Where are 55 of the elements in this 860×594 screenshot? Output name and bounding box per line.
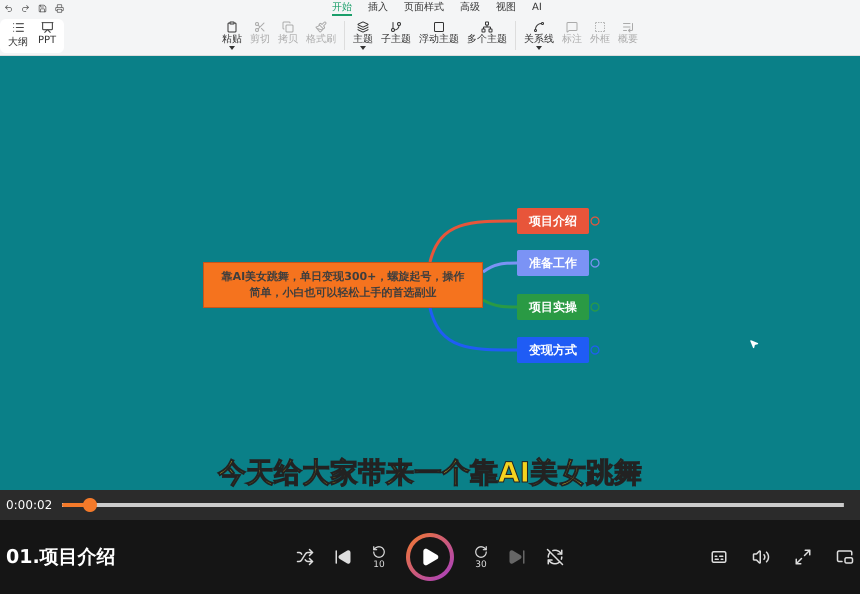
forward-button[interactable]: 30 (474, 544, 488, 570)
shuffle-button[interactable] (296, 548, 314, 566)
branch-topic[interactable]: 项目介绍 (517, 208, 589, 234)
curve-icon (533, 21, 546, 33)
forward-icon (474, 544, 488, 558)
central-topic[interactable]: 靠AI美女跳舞，单日变现300+，螺旋起号，操作简单，小白也可以轻松上手的首选副业 (203, 262, 483, 308)
quick-action-icon[interactable] (21, 4, 30, 12)
hierarchy-icon (481, 21, 494, 33)
clipboard-icon (226, 21, 238, 33)
caret-icon (229, 46, 236, 50)
caret-icon (360, 46, 366, 50)
menu-tab[interactable]: AI (532, 0, 542, 16)
speech-bubble-icon (566, 21, 578, 33)
scissors-icon (254, 21, 266, 33)
mini-player-icon[interactable] (836, 548, 854, 566)
branch-icon (390, 21, 402, 33)
toolbar-button[interactable]: 主题 (351, 21, 376, 50)
cursor-icon (749, 339, 759, 349)
menu-tab[interactable]: 视图 (496, 0, 516, 16)
list-icon (622, 21, 634, 33)
quick-action-icon[interactable] (55, 4, 64, 12)
branch-topic[interactable]: 变现方式 (517, 337, 589, 363)
copy-icon (282, 21, 294, 33)
repeat-off-button[interactable] (546, 548, 564, 566)
caret-icon (536, 46, 542, 50)
time-label: 0:00:02 (6, 498, 52, 512)
menu-tab[interactable]: 页面样式 (404, 0, 444, 16)
previous-button[interactable] (334, 548, 352, 566)
progress-handle[interactable] (82, 498, 97, 512)
list-icon (12, 20, 24, 34)
rewind-icon (372, 544, 386, 558)
menu-tab[interactable]: 插入 (368, 0, 388, 16)
rewind-button[interactable]: 10 (372, 544, 386, 570)
menu-tab[interactable]: 高级 (460, 0, 480, 16)
quick-action-icon[interactable] (4, 4, 13, 12)
view-button[interactable]: 大纲 (8, 20, 28, 50)
toolbar-button[interactable]: 粘贴 (220, 21, 244, 50)
next-button[interactable] (508, 548, 526, 566)
dashed-frame-icon (594, 21, 606, 33)
toolbar-button[interactable]: 子主题 (379, 21, 414, 50)
layers-icon (357, 21, 370, 33)
toolbar-button[interactable]: 浮动主题 (417, 21, 462, 50)
toolbar-button[interactable]: 多个主题 (465, 21, 510, 50)
subtitle: 今天给大家带来一个靠AI美女跳舞 (218, 456, 642, 489)
volume-icon[interactable] (752, 548, 770, 566)
rectangle-icon (433, 21, 446, 33)
quick-action-icon[interactable] (38, 4, 47, 12)
video-title: 01.项目介绍 (6, 545, 117, 570)
toolbar-button[interactable]: 关系线 (522, 21, 556, 50)
subtitles-icon[interactable] (710, 548, 728, 566)
view-button[interactable]: PPT (38, 20, 56, 50)
presentation-icon (40, 20, 54, 34)
fullscreen-icon[interactable] (794, 548, 812, 566)
brush-icon (315, 21, 328, 33)
branch-topic[interactable]: 项目实操 (517, 294, 589, 320)
